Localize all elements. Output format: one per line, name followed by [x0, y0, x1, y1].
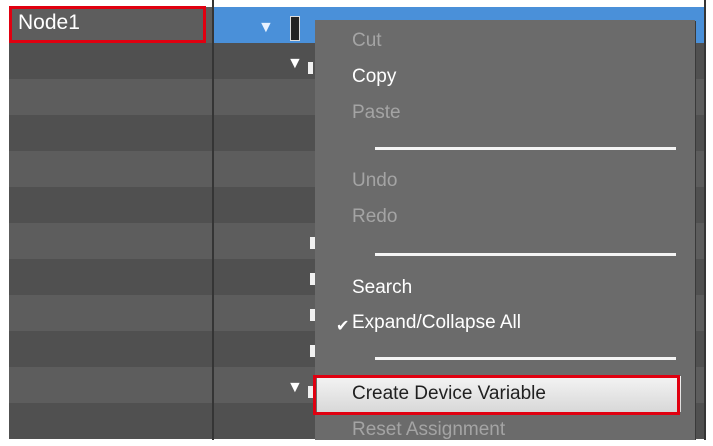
- grid-right-edge: [704, 0, 706, 446]
- column-divider[interactable]: [212, 0, 214, 446]
- menu-item-expand-collapse-all[interactable]: Expand/Collapse All: [352, 312, 521, 334]
- menu-item-redo[interactable]: Redo: [352, 206, 397, 228]
- menu-separator: [375, 147, 676, 150]
- expand-triangle-icon[interactable]: ▼: [287, 56, 303, 72]
- menu-separator: [375, 253, 676, 256]
- tree-node-marker: [308, 62, 313, 74]
- node-highlight-box: [9, 6, 206, 43]
- menu-item-copy[interactable]: Copy: [352, 66, 396, 88]
- menu-separator: [375, 357, 676, 360]
- menu-item-undo[interactable]: Undo: [352, 170, 397, 192]
- checkmark-icon: ✔: [336, 318, 350, 335]
- bottom-border: [0, 440, 713, 446]
- expand-triangle-icon[interactable]: ▼: [258, 20, 274, 36]
- menu-item-reset-assignment[interactable]: Reset Assignment: [352, 419, 505, 441]
- io-map-grid: Node1 ▼ ▼ ▼ Cut Copy Paste Undo Redo Sea…: [0, 0, 713, 446]
- expand-triangle-icon[interactable]: ▼: [287, 380, 303, 396]
- menu-highlight-box: [313, 375, 680, 415]
- menu-item-search[interactable]: Search: [352, 277, 412, 299]
- menu-item-cut[interactable]: Cut: [352, 30, 382, 52]
- menu-item-paste[interactable]: Paste: [352, 102, 401, 124]
- device-icon: [290, 16, 300, 41]
